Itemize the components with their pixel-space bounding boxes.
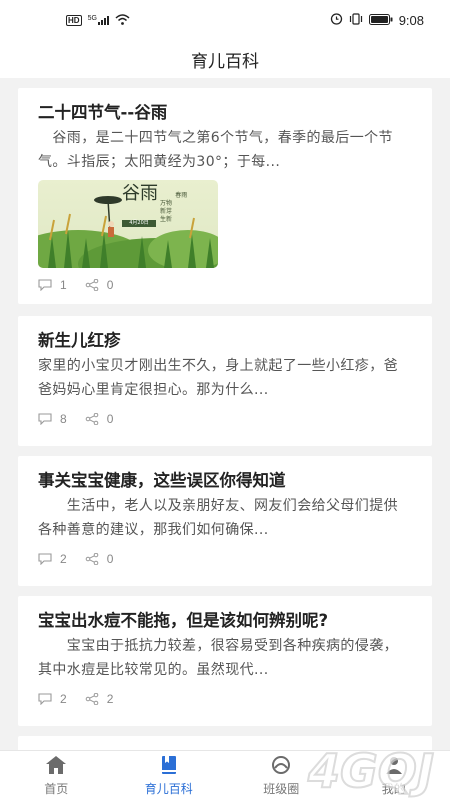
hd-indicator: HD	[66, 14, 82, 26]
nav-item-profile[interactable]: 我的	[338, 751, 450, 800]
article-card[interactable]	[18, 736, 432, 750]
article-meta: 1 0	[38, 276, 412, 294]
article-card[interactable]: 宝宝出水痘不能拖，但是该如何辨别呢? 宝宝由于抵抗力较差，很容易受到各种疾病的侵…	[18, 596, 432, 726]
thumb-side-text: 春雨 万物 新芽 生新	[160, 192, 188, 223]
article-meta: 2 2	[38, 690, 412, 708]
nav-item-encyclopedia[interactable]: 育儿百科	[113, 751, 226, 800]
article-title: 二十四节气--谷雨	[38, 103, 168, 122]
share-icon	[85, 413, 99, 425]
nav-item-class-circle[interactable]: 班级圈	[225, 751, 338, 800]
article-title: 宝宝出水痘不能拖，但是该如何辨别呢?	[38, 611, 329, 630]
share-count[interactable]: 0	[85, 278, 113, 292]
circle-icon	[270, 755, 292, 778]
article-card[interactable]: 事关宝宝健康，这些误区你得知道 生活中，老人以及亲朋好友、网友们会给父母们提供各…	[18, 456, 432, 586]
signal-icon: 5G	[88, 15, 109, 25]
article-feed[interactable]: 二十四节气--谷雨 谷雨，是二十四节气之第6个节气，春季的最后一个节气。斗指辰；…	[0, 78, 450, 750]
status-time: 9:08	[398, 12, 424, 28]
article-thumbnail[interactable]: 谷雨 春雨 万物 新芽 生新 4月20日	[38, 180, 218, 268]
app-header: 育儿百科	[0, 40, 450, 78]
bottom-nav: 首页 育儿百科 班级圈 我的	[0, 750, 450, 800]
share-icon	[85, 693, 99, 705]
battery-icon	[368, 13, 393, 28]
article-card[interactable]: 新生儿红疹 家里的小宝贝才刚出生不久，身上就起了一些小红疹，爸爸妈妈心里肯定很担…	[18, 316, 432, 446]
comment-icon	[38, 553, 52, 565]
article-meta: 2 0	[38, 550, 412, 568]
nav-label: 班级圈	[263, 781, 300, 796]
share-icon	[85, 553, 99, 565]
article-meta: 8 0	[38, 410, 412, 428]
comment-count[interactable]: 2	[38, 692, 67, 706]
home-icon	[45, 755, 67, 778]
nav-label: 我的	[381, 781, 406, 796]
nav-item-home[interactable]: 首页	[0, 751, 113, 800]
status-bar: HD 5G 9:08	[0, 0, 450, 40]
comment-count[interactable]: 8	[38, 412, 67, 426]
article-excerpt: 家里的小宝贝才刚出生不久，身上就起了一些小红疹，爸爸妈妈心里肯定很担心。那为什么…	[38, 358, 398, 398]
wifi-icon	[115, 13, 130, 28]
vibrate-icon	[349, 12, 363, 28]
status-left: HD 5G	[66, 13, 130, 28]
comment-icon	[38, 693, 52, 705]
article-excerpt: 生活中，老人以及亲朋好友、网友们会给父母们提供各种善意的建议，那我们如何确保..…	[38, 498, 398, 538]
alarm-icon	[330, 12, 343, 28]
article-card[interactable]: 二十四节气--谷雨 谷雨，是二十四节气之第6个节气，春季的最后一个节气。斗指辰；…	[18, 88, 432, 304]
article-excerpt: 谷雨，是二十四节气之第6个节气，春季的最后一个节气。斗指辰；太阳黄经为30°；于…	[38, 130, 393, 170]
page-title: 育儿百科	[191, 51, 259, 72]
person-icon	[384, 755, 404, 778]
share-count[interactable]: 0	[85, 552, 113, 566]
comment-count[interactable]: 1	[38, 278, 67, 292]
article-title: 事关宝宝健康，这些误区你得知道	[38, 471, 286, 490]
thumb-title: 谷雨	[122, 183, 158, 204]
comment-icon	[38, 279, 52, 291]
comment-icon	[38, 413, 52, 425]
share-count[interactable]: 2	[85, 692, 113, 706]
comment-count[interactable]: 2	[38, 552, 67, 566]
share-count[interactable]: 0	[85, 412, 113, 426]
thumb-date: 4月20日	[122, 220, 156, 227]
article-title: 新生儿红疹	[38, 331, 121, 350]
nav-label: 育儿百科	[144, 781, 193, 796]
bookmark-book-icon	[159, 755, 179, 778]
share-icon	[85, 279, 99, 291]
signal-label: 5G	[87, 15, 97, 22]
article-excerpt: 宝宝由于抵抗力较差，很容易受到各种疾病的侵袭，其中水痘是比较常见的。虽然现代..…	[38, 638, 398, 678]
nav-label: 首页	[44, 781, 69, 796]
status-right: 9:08	[330, 12, 424, 28]
